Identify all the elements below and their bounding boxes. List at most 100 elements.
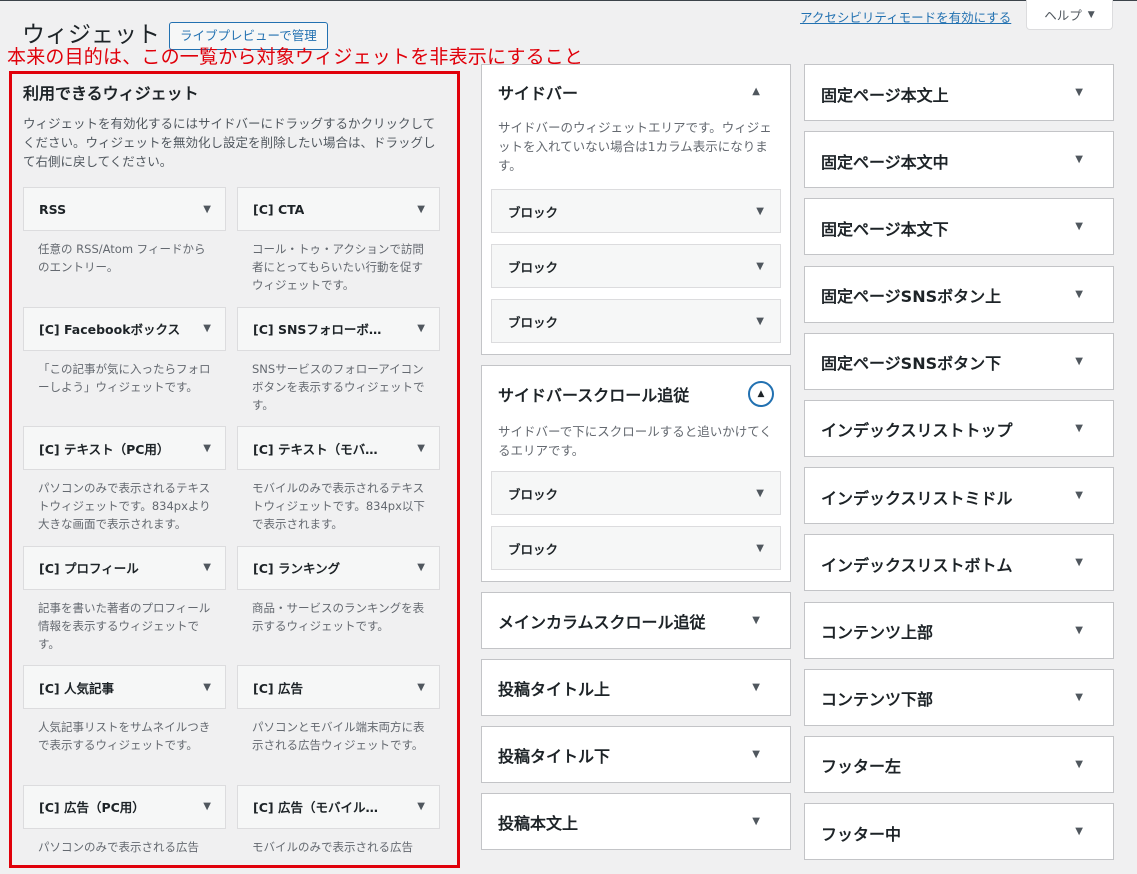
widget-area-content-bottom: コンテンツ下部 ▼	[804, 668, 1114, 726]
widget-handle[interactable]: [C] テキスト（PC用） ▼	[23, 426, 226, 470]
sidebar-scroll-widget-area: サイドバースクロール追従 ▲ サイドバーで下にスクロールすると追いかけてくるエリ…	[481, 365, 791, 582]
caret-down-icon[interactable]: ▼	[752, 749, 760, 760]
block-widget[interactable]: ブロック ▼	[491, 244, 781, 288]
caret-down-icon[interactable]: ▼	[1075, 289, 1083, 300]
widget-area-title: インデックスリストボトム	[821, 555, 1013, 575]
widget-title: [C] SNSフォローボ…	[253, 322, 382, 337]
widget-handle[interactable]: [C] 人気記事 ▼	[23, 665, 226, 709]
widget-area-title: 投稿タイトル上	[498, 679, 611, 699]
caret-down-icon[interactable]: ▼	[1075, 557, 1083, 568]
widget-area-header[interactable]: コンテンツ下部 ▼	[805, 670, 1113, 725]
widget-area-title: フッター中	[821, 824, 902, 844]
help-tab-button[interactable]: ヘルプ ▼	[1026, 0, 1113, 30]
block-widget[interactable]: ブロック ▼	[491, 471, 781, 515]
widget-area-header[interactable]: 固定ページ本文中 ▼	[805, 132, 1113, 187]
widget-area-index-middle: インデックスリストミドル ▼	[804, 467, 1114, 525]
caret-down-icon[interactable]: ▼	[1075, 490, 1083, 501]
widget-handle[interactable]: RSS ▼	[23, 187, 226, 231]
widget-area-header[interactable]: インデックスリストボトム ▼	[805, 535, 1113, 590]
widget-title: [C] テキスト（モバ…	[253, 441, 378, 457]
widget-title: [C] プロフィール	[39, 561, 139, 576]
caret-down-icon[interactable]: ▼	[203, 443, 211, 454]
widget-handle[interactable]: [C] ランキング ▼	[237, 545, 440, 590]
widget-area-title: 投稿タイトル下	[498, 746, 611, 766]
sidebar-scroll-area-title: サイドバースクロール追従	[498, 386, 690, 405]
sidebar-scroll-area-header[interactable]: サイドバースクロール追従 ▲	[482, 366, 790, 422]
widget-handle[interactable]: [C] 広告（モバイル… ▼	[237, 784, 440, 829]
caret-down-icon[interactable]: ▼	[756, 543, 764, 554]
widget-area-header[interactable]: インデックスリストトップ ▼	[805, 401, 1113, 456]
widget-handle[interactable]: [C] プロフィール ▼	[23, 545, 226, 590]
widget-area-post-body-top: 投稿本文上 ▼	[481, 793, 791, 850]
widget-handle[interactable]: [C] SNSフォローボ… ▼	[237, 306, 440, 351]
caret-down-icon[interactable]: ▼	[1075, 759, 1083, 770]
widget-handle[interactable]: [C] 広告 ▼	[237, 665, 440, 709]
sidebar-column-right: 固定ページ本文上 ▼ 固定ページ本文中 ▼ 固定ページ本文下 ▼ 固定ページSNSボタ…	[804, 64, 1114, 870]
chevron-down-icon: ▼	[1087, 9, 1095, 20]
caret-down-icon[interactable]: ▼	[417, 323, 425, 334]
caret-down-icon[interactable]: ▼	[203, 562, 211, 573]
caret-down-icon[interactable]: ▼	[1075, 87, 1083, 98]
caret-down-icon[interactable]: ▼	[1075, 221, 1083, 232]
sidebar-column-middle: サイドバー ▲ サイドバーのウィジェットエリアです。ウィジェットを入れていない場…	[481, 64, 791, 850]
caret-down-icon[interactable]: ▼	[1075, 423, 1083, 434]
widget-area-header[interactable]: 投稿本文上 ▼	[482, 794, 790, 849]
widget-area-title: コンテンツ上部	[821, 623, 934, 642]
accessibility-mode-link[interactable]: アクセシビリティモードを有効にする	[800, 7, 1011, 26]
block-widget[interactable]: ブロック ▼	[491, 526, 781, 570]
widget-item: [C] 広告（PC用） ▼ パソコンのみで表示される広告	[23, 784, 226, 866]
caret-down-icon[interactable]: ▼	[756, 488, 764, 499]
caret-down-icon[interactable]: ▼	[203, 682, 211, 693]
widget-list: RSS ▼ 任意の RSS/Atom フィードからのエントリー。 [C] CTA ▼…	[23, 187, 440, 866]
caret-down-icon[interactable]: ▼	[752, 615, 760, 626]
widget-title: [C] 人気記事	[39, 680, 114, 696]
caret-down-icon[interactable]: ▼	[756, 206, 764, 217]
caret-down-icon[interactable]: ▼	[417, 801, 425, 812]
caret-down-icon[interactable]: ▼	[756, 261, 764, 272]
caret-up-icon[interactable]: ▲	[752, 86, 760, 97]
widget-area-title: インデックスリストミドル	[821, 488, 1013, 508]
sidebar-area-header[interactable]: サイドバー ▲	[482, 65, 790, 118]
caret-down-icon[interactable]: ▼	[417, 682, 425, 693]
widget-handle[interactable]: [C] 広告（PC用） ▼	[23, 784, 226, 829]
widget-area-header[interactable]: 投稿タイトル上 ▼	[482, 660, 790, 715]
widget-area-header[interactable]: コンテンツ上部 ▼	[805, 603, 1113, 658]
widget-handle[interactable]: [C] CTA ▼	[237, 187, 440, 231]
caret-down-icon[interactable]: ▼	[1075, 356, 1083, 367]
caret-down-icon[interactable]: ▼	[417, 204, 425, 215]
caret-up-icon[interactable]: ▲	[748, 381, 774, 407]
caret-down-icon[interactable]: ▼	[203, 323, 211, 334]
widget-area-header[interactable]: 投稿タイトル下 ▼	[482, 727, 790, 782]
widget-handle[interactable]: [C] Facebookボックス ▼	[23, 306, 226, 351]
caret-down-icon[interactable]: ▼	[417, 443, 425, 454]
caret-down-icon[interactable]: ▼	[752, 682, 760, 693]
caret-down-icon[interactable]: ▼	[1075, 625, 1083, 636]
caret-down-icon[interactable]: ▼	[1075, 154, 1083, 165]
caret-down-icon[interactable]: ▼	[1075, 826, 1083, 837]
widget-area-header[interactable]: 固定ページ本文下 ▼	[805, 199, 1113, 254]
widget-area-header[interactable]: 固定ページ本文上 ▼	[805, 65, 1113, 120]
caret-down-icon[interactable]: ▼	[752, 816, 760, 827]
widget-description: 商品・サービスのランキングを表示するウィジェットです。	[252, 600, 425, 633]
sidebar-area-title: サイドバー	[498, 83, 579, 103]
widget-area-header[interactable]: フッター中 ▼	[805, 804, 1113, 859]
widget-area-header[interactable]: メインカラムスクロール追従 ▼	[482, 593, 790, 648]
block-widget[interactable]: ブロック ▼	[491, 299, 781, 343]
widget-area-header[interactable]: 固定ページSNSボタン下 ▼	[805, 334, 1113, 389]
caret-down-icon[interactable]: ▼	[756, 316, 764, 327]
widget-handle[interactable]: [C] テキスト（モバ… ▼	[237, 426, 440, 470]
widget-area-header[interactable]: フッター左 ▼	[805, 737, 1113, 792]
sidebar-area-description: サイドバーのウィジェットエリアです。ウィジェットを入れていない場合は1カラム表示…	[498, 120, 772, 173]
block-label: ブロック	[508, 314, 559, 330]
widget-item: [C] 広告（モバイル… ▼ モバイルのみで表示される広告	[237, 784, 440, 866]
block-widget[interactable]: ブロック ▼	[491, 189, 781, 233]
caret-down-icon[interactable]: ▼	[1075, 692, 1083, 703]
widget-area-header[interactable]: 固定ページSNSボタン上 ▼	[805, 267, 1113, 322]
block-label: ブロック	[508, 486, 559, 502]
caret-down-icon[interactable]: ▼	[417, 562, 425, 573]
widget-area-post-title-top: 投稿タイトル上 ▼	[481, 659, 791, 716]
widget-area-title: メインカラムスクロール追従	[498, 612, 706, 632]
caret-down-icon[interactable]: ▼	[203, 801, 211, 812]
caret-down-icon[interactable]: ▼	[203, 204, 211, 215]
widget-area-header[interactable]: インデックスリストミドル ▼	[805, 468, 1113, 523]
